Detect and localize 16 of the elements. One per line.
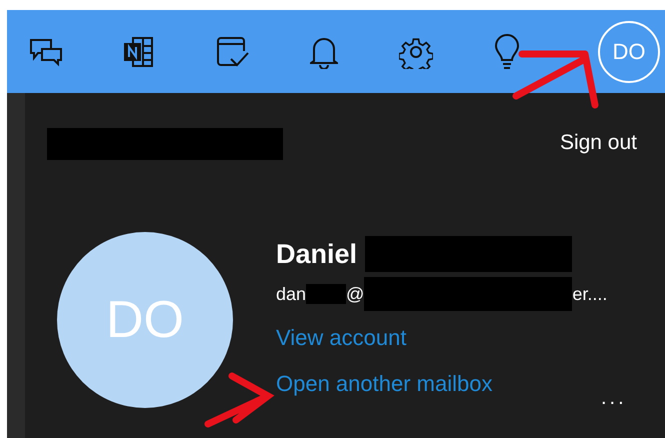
calendar-check-icon[interactable] (215, 34, 249, 68)
email-text: @ (346, 282, 364, 306)
avatar: DO (57, 232, 233, 408)
email-text: er.... (572, 282, 608, 306)
user-name: Daniel (276, 238, 358, 271)
arrow-annotation (204, 372, 274, 428)
lightbulb-icon[interactable] (494, 34, 520, 70)
redaction-bar (306, 284, 346, 304)
sign-out-link[interactable]: Sign out (560, 127, 637, 158)
notebook-icon[interactable] (124, 36, 154, 68)
email-text: dan (276, 282, 306, 306)
account-link[interactable]: View account (276, 314, 406, 360)
more-button[interactable]: ... (601, 383, 627, 413)
avatar-button[interactable]: DO (598, 20, 660, 82)
chat-icon[interactable] (29, 36, 63, 66)
account-link[interactable]: Open another mailbox (276, 360, 492, 406)
